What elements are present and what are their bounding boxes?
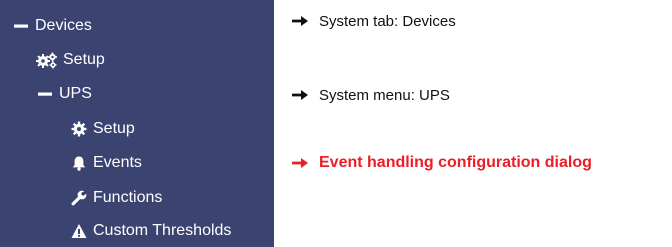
sidebar-item-custom-thresholds[interactable]: Custom Thresholds bbox=[70, 215, 231, 247]
sidebar-item-devices[interactable]: Devices bbox=[12, 10, 92, 42]
bell-icon bbox=[70, 154, 88, 172]
sidebar-item-label: UPS bbox=[59, 85, 92, 102]
annotation-text: System tab: Devices bbox=[319, 12, 456, 30]
sidebar-nav: Devices Setup UPS Setup Events Functions… bbox=[0, 0, 274, 247]
sidebar-item-label: Functions bbox=[93, 189, 163, 206]
sidebar-item-label: Setup bbox=[93, 120, 135, 137]
sidebar-item-functions[interactable]: Functions bbox=[70, 182, 162, 214]
sidebar-item-events[interactable]: Events bbox=[70, 147, 142, 179]
collapse-icon[interactable] bbox=[36, 85, 54, 103]
annotation-system-menu: System menu: UPS bbox=[292, 84, 450, 106]
stage: Devices Setup UPS Setup Events Functions… bbox=[0, 0, 672, 247]
sidebar-item-devices-setup[interactable]: Setup bbox=[36, 44, 105, 76]
annotation-text: Event handling configuration dialog bbox=[319, 154, 592, 171]
wrench-icon bbox=[70, 189, 88, 207]
warning-icon bbox=[70, 222, 88, 240]
gear-icon bbox=[70, 120, 88, 138]
annotation-event-dialog: Event handling configuration dialog bbox=[292, 151, 592, 175]
sidebar-item-label: Devices bbox=[35, 17, 92, 34]
annotation-system-tab: System tab: Devices bbox=[292, 10, 456, 32]
collapse-icon[interactable] bbox=[12, 17, 30, 35]
gears-icon bbox=[36, 51, 58, 69]
arrow-right-icon bbox=[292, 89, 310, 101]
sidebar-item-label: Custom Thresholds bbox=[93, 222, 232, 239]
arrow-right-icon bbox=[292, 157, 310, 169]
sidebar-item-label: Events bbox=[93, 154, 142, 171]
sidebar-item-ups-setup[interactable]: Setup bbox=[70, 113, 135, 145]
sidebar-item-label: Setup bbox=[63, 51, 105, 68]
arrow-right-icon bbox=[292, 15, 310, 27]
annotation-text: System menu: UPS bbox=[319, 86, 450, 104]
sidebar-item-ups[interactable]: UPS bbox=[36, 78, 92, 110]
